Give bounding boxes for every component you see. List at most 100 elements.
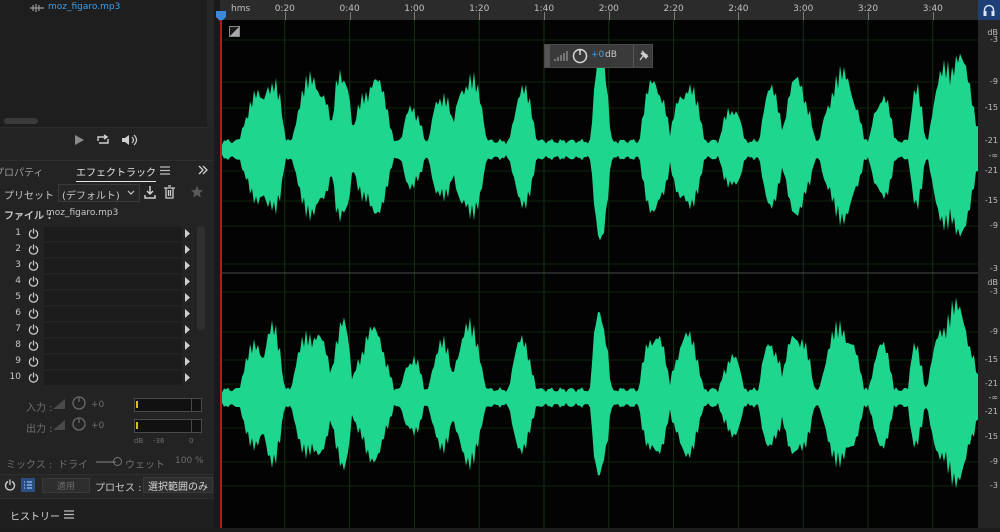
db-scale-label: -3 — [990, 264, 998, 273]
rack-slot[interactable]: 3 — [6, 258, 196, 274]
slot-power-icon[interactable] — [28, 244, 39, 255]
hud-volume-knob-icon[interactable] — [572, 48, 588, 64]
rack-slot-number: 2 — [15, 244, 21, 254]
slot-arrow-icon[interactable] — [184, 293, 191, 302]
rack-slot[interactable]: 10 — [6, 370, 196, 386]
file-item-name[interactable]: moz_figaro.mp3 — [48, 2, 120, 12]
zoom-toggle-icon[interactable] — [229, 26, 240, 37]
effect-slot-dropdown[interactable] — [44, 291, 182, 305]
rack-slot-number: 9 — [15, 356, 21, 366]
effect-slot-dropdown[interactable] — [44, 259, 182, 273]
input-gain-value[interactable]: +0 — [91, 400, 104, 410]
files-vertical-scrollbar[interactable] — [207, 0, 214, 127]
preset-value: (デフォルト) — [62, 191, 120, 202]
hud-handle[interactable] — [545, 45, 550, 67]
ruler-tick-mark — [608, 12, 610, 20]
ruler-unit-label: hms — [231, 4, 251, 14]
db-scale-label: -21 — [984, 379, 998, 388]
output-level-meter — [134, 419, 202, 433]
slot-arrow-icon[interactable] — [184, 373, 191, 382]
output-gain-knob-icon[interactable] — [72, 417, 86, 431]
chevron-down-icon — [127, 190, 135, 195]
files-horizontal-scrollbar[interactable] — [4, 118, 38, 124]
play-icon[interactable] — [72, 134, 86, 146]
favorite-star-icon[interactable] — [190, 185, 204, 199]
rack-slot-number: 1 — [15, 228, 21, 238]
power-icon[interactable] — [4, 479, 16, 491]
tab-properties[interactable]: プロパティ — [0, 164, 43, 179]
slot-arrow-icon[interactable] — [184, 261, 191, 270]
rack-slot[interactable]: 7 — [6, 322, 196, 338]
slot-arrow-icon[interactable] — [184, 341, 191, 350]
mix-slider-handle[interactable] — [113, 457, 122, 466]
ruler-tick-mark — [284, 12, 286, 20]
rack-slot[interactable]: 9 — [6, 354, 196, 370]
effect-slot-dropdown[interactable] — [44, 307, 182, 321]
slot-arrow-icon[interactable] — [184, 325, 191, 334]
audio-file-icon — [30, 4, 44, 12]
waveform-canvas — [222, 20, 978, 528]
ruler-tick-mark — [349, 12, 351, 20]
rack-slot[interactable]: 8 — [6, 338, 196, 354]
slot-power-icon[interactable] — [28, 228, 39, 239]
preset-dropdown[interactable]: (デフォルト) — [58, 184, 140, 202]
expand-panel-icon[interactable] — [198, 165, 208, 175]
ruler-tick-mark — [738, 12, 740, 20]
tab-effects-rack[interactable]: エフェクトラック — [76, 164, 156, 182]
effect-slot-dropdown[interactable] — [44, 275, 182, 289]
effect-slot-dropdown[interactable] — [44, 323, 182, 337]
mix-value[interactable]: 100 % — [175, 456, 204, 466]
rack-slot[interactable]: 6 — [6, 306, 196, 322]
db-scale-label: -∞ — [988, 393, 998, 402]
process-dropdown[interactable]: 選択範囲のみ — [143, 477, 213, 493]
save-preset-icon[interactable] — [143, 185, 157, 199]
speaker-autoplay-icon[interactable] — [121, 134, 139, 146]
timeline-ruler[interactable]: hms 0:20 0:40 1:00 1:20 1:40 2:00 2:20 2:40 3:00… — [220, 0, 978, 21]
slot-arrow-icon[interactable] — [184, 229, 191, 238]
ruler-tick-mark — [803, 12, 805, 20]
slot-arrow-icon[interactable] — [184, 357, 191, 366]
headphones-button[interactable] — [978, 0, 1000, 20]
effect-slot-dropdown[interactable] — [44, 243, 182, 257]
panel-menu-icon[interactable] — [160, 166, 170, 175]
apply-button[interactable]: 適用 — [42, 478, 90, 493]
db-scale-label: -3 — [990, 287, 998, 296]
effect-slot-dropdown[interactable] — [44, 371, 182, 385]
meter-mid-label: -36 — [153, 437, 165, 445]
slot-arrow-icon[interactable] — [184, 309, 191, 318]
loop-icon[interactable] — [96, 134, 110, 146]
rack-slot[interactable]: 5 — [6, 290, 196, 306]
db-scale-label: -9 — [990, 221, 998, 230]
slot-arrow-icon[interactable] — [184, 245, 191, 254]
effect-slot-dropdown[interactable] — [44, 227, 182, 241]
list-view-icon[interactable] — [21, 478, 35, 492]
effect-slot-dropdown[interactable] — [44, 339, 182, 353]
hud-separator — [633, 45, 634, 67]
input-gain-knob-icon[interactable] — [72, 396, 86, 410]
slot-power-icon[interactable] — [28, 308, 39, 319]
slot-power-icon[interactable] — [28, 260, 39, 271]
slot-power-icon[interactable] — [28, 372, 39, 383]
hud-volume-control[interactable]: +0 dB — [544, 44, 653, 68]
slot-power-icon[interactable] — [28, 292, 39, 303]
history-menu-icon[interactable] — [64, 510, 74, 519]
rack-scrollbar[interactable] — [197, 226, 205, 330]
headphones-icon — [983, 4, 995, 16]
output-gain-value[interactable]: +0 — [91, 421, 104, 431]
slot-power-icon[interactable] — [28, 276, 39, 287]
waveform-display[interactable] — [222, 20, 978, 528]
hud-volume-value[interactable]: +0 — [591, 50, 604, 60]
hud-meter-icon — [554, 51, 568, 61]
slot-power-icon[interactable] — [28, 324, 39, 335]
delete-preset-icon[interactable] — [163, 185, 176, 199]
rack-slot[interactable]: 4 — [6, 274, 196, 290]
slot-arrow-icon[interactable] — [184, 277, 191, 286]
rack-slot[interactable]: 2 — [6, 242, 196, 258]
rack-slot[interactable]: 1 — [6, 226, 196, 242]
rack-slot-number: 10 — [9, 372, 21, 382]
slot-power-icon[interactable] — [28, 356, 39, 367]
slot-power-icon[interactable] — [28, 340, 39, 351]
effect-slot-dropdown[interactable] — [44, 355, 182, 369]
pin-icon[interactable] — [639, 50, 649, 61]
history-title[interactable]: ヒストリー — [10, 508, 60, 523]
